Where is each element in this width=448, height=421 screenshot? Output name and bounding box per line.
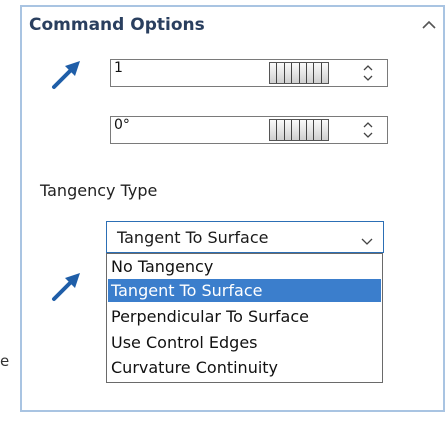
option-no-tangency[interactable]: No Tangency [108,255,381,278]
chevron-down-icon[interactable] [361,232,373,245]
tangency-type-select[interactable]: Tangent To Surface [106,221,384,253]
tangency-selected-value: Tangent To Surface [117,228,269,247]
value-field-1[interactable]: 1 [110,59,388,87]
option-tangent-to-surface[interactable]: Tangent To Surface [108,279,381,302]
spinner-icon[interactable] [336,62,381,84]
option-use-control-edges[interactable]: Use Control Edges [108,331,381,354]
option-perpendicular-to-surface[interactable]: Perpendicular To Surface [108,305,381,328]
panel-title: Command Options [29,15,205,35]
tangency-dropdown-list: No Tangency Tangent To Surface Perpendic… [106,253,383,383]
value-field-1-text[interactable]: 1 [114,60,123,76]
value-field-2[interactable]: 0° [110,116,388,144]
direction-arrow-icon[interactable] [49,58,83,92]
direction-arrow-icon[interactable] [49,270,83,304]
thumbwheel-2[interactable] [269,119,329,141]
tangency-type-label: Tangency Type [40,181,158,200]
command-options-panel: Command Options 1 0° Tangency Type Tange… [20,5,445,412]
chevron-up-icon[interactable] [421,17,437,31]
thumbwheel-1[interactable] [269,62,329,84]
option-curvature-continuity[interactable]: Curvature Continuity [108,356,381,379]
edge-text-fragment: e [0,352,10,368]
spinner-icon[interactable] [336,119,381,141]
value-field-2-text[interactable]: 0° [114,117,130,133]
